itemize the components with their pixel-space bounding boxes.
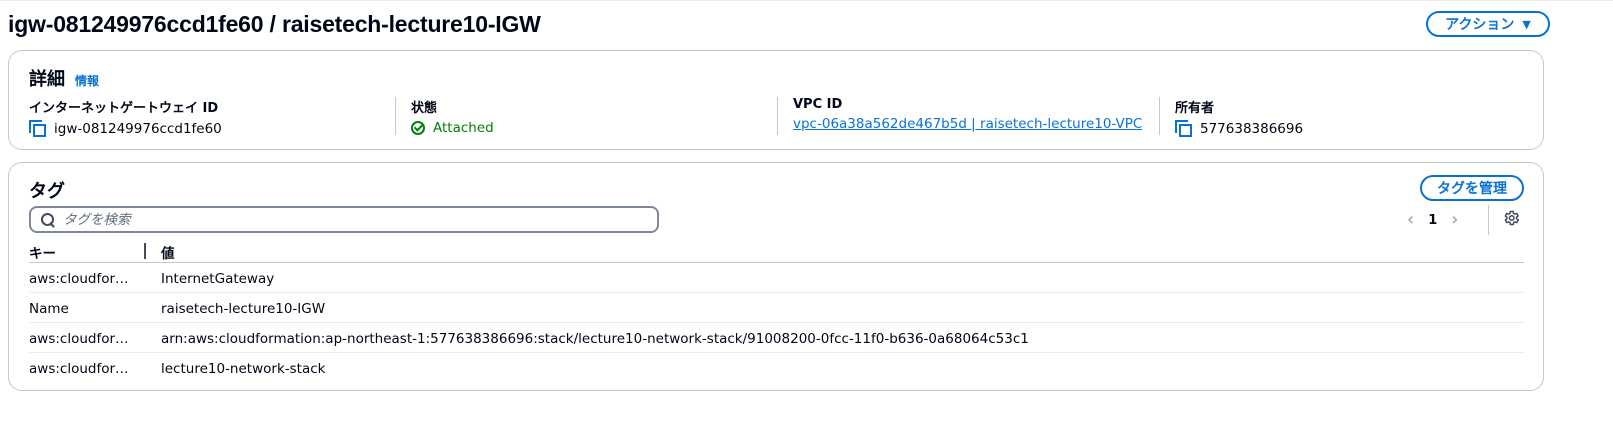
table-row: aws:cloudfor… InternetGateway	[29, 263, 1524, 293]
table-row: Name raisetech-lecture10-IGW	[29, 293, 1524, 323]
details-title: 詳細	[29, 69, 65, 90]
column-divider	[777, 97, 778, 135]
detail-owner: 所有者 577638386696	[1175, 97, 1303, 137]
actions-button-label: アクション	[1445, 17, 1515, 33]
search-icon	[41, 212, 55, 227]
tag-search-input[interactable]	[63, 211, 623, 228]
detail-state: 状態 Attached	[411, 97, 494, 137]
page-number[interactable]: 1	[1428, 213, 1437, 228]
tag-key: aws:cloudfor…	[29, 361, 129, 377]
column-header-value[interactable]: 値	[161, 242, 175, 262]
status-success-icon	[411, 121, 425, 135]
column-divider	[1159, 97, 1160, 135]
actions-button[interactable]: アクション ▼	[1426, 11, 1550, 37]
state-value: Attached	[433, 120, 494, 136]
detail-label: 状態	[411, 101, 438, 116]
detail-label: VPC ID	[793, 97, 843, 112]
igw-id-value: igw-081249976ccd1fe60	[54, 120, 222, 137]
table-header: キー 値	[29, 239, 1524, 263]
tags-title: タグ	[29, 181, 65, 202]
tag-key: aws:cloudfor…	[29, 331, 129, 347]
tag-key: Name	[29, 301, 69, 317]
tag-value: raisetech-lecture10-IGW	[161, 301, 326, 317]
chevron-right-icon[interactable]: ›	[1451, 211, 1458, 229]
caret-down-icon: ▼	[1522, 17, 1531, 31]
details-panel: 詳細 情報 インターネットゲートウェイ ID igw-081249976ccd1…	[8, 50, 1544, 150]
detail-vpc-id: VPC ID vpc-06a38a562de467b5d | raisetech…	[793, 97, 1142, 137]
column-divider	[395, 97, 396, 135]
tags-heading: タグ	[29, 177, 65, 203]
top-divider	[0, 0, 1613, 1]
owner-value: 577638386696	[1200, 120, 1304, 137]
pagination: ‹ 1 ›	[1407, 209, 1458, 231]
details-heading: 詳細 情報	[29, 65, 99, 91]
tags-panel: タグ タグを管理 ‹ 1 › キー 値 aws:cloudfor… Intern…	[8, 162, 1544, 391]
manage-tags-button[interactable]: タグを管理	[1420, 175, 1524, 201]
page-title: igw-081249976ccd1fe60 / raisetech-lectur…	[8, 11, 541, 37]
tag-value: arn:aws:cloudformation:ap-northeast-1:57…	[161, 331, 1029, 347]
copy-icon[interactable]	[1175, 120, 1192, 137]
chevron-left-icon[interactable]: ‹	[1407, 211, 1414, 229]
column-resizer[interactable]	[144, 243, 146, 259]
page-header: igw-081249976ccd1fe60 / raisetech-lectur…	[8, 8, 1588, 40]
tag-key: aws:cloudfor…	[29, 271, 129, 287]
tag-value: InternetGateway	[161, 271, 275, 287]
tag-value: lecture10-network-stack	[161, 361, 326, 377]
table-row: aws:cloudfor… arn:aws:cloudformation:ap-…	[29, 323, 1524, 353]
detail-label: 所有者	[1175, 101, 1215, 116]
tags-table: キー 値 aws:cloudfor… InternetGateway Name …	[29, 239, 1524, 383]
gear-icon[interactable]	[1502, 209, 1520, 227]
detail-igw-id: インターネットゲートウェイ ID igw-081249976ccd1fe60	[29, 97, 222, 137]
vpc-link[interactable]: vpc-06a38a562de467b5d | raisetech-lectur…	[793, 116, 1142, 132]
copy-icon[interactable]	[29, 120, 46, 137]
info-link[interactable]: 情報	[75, 72, 99, 89]
tag-search-box[interactable]	[29, 206, 659, 233]
column-header-key[interactable]: キー	[29, 242, 56, 262]
table-row: aws:cloudfor… lecture10-network-stack	[29, 353, 1524, 383]
detail-label: インターネットゲートウェイ ID	[29, 101, 219, 116]
pager-divider	[1488, 205, 1489, 235]
